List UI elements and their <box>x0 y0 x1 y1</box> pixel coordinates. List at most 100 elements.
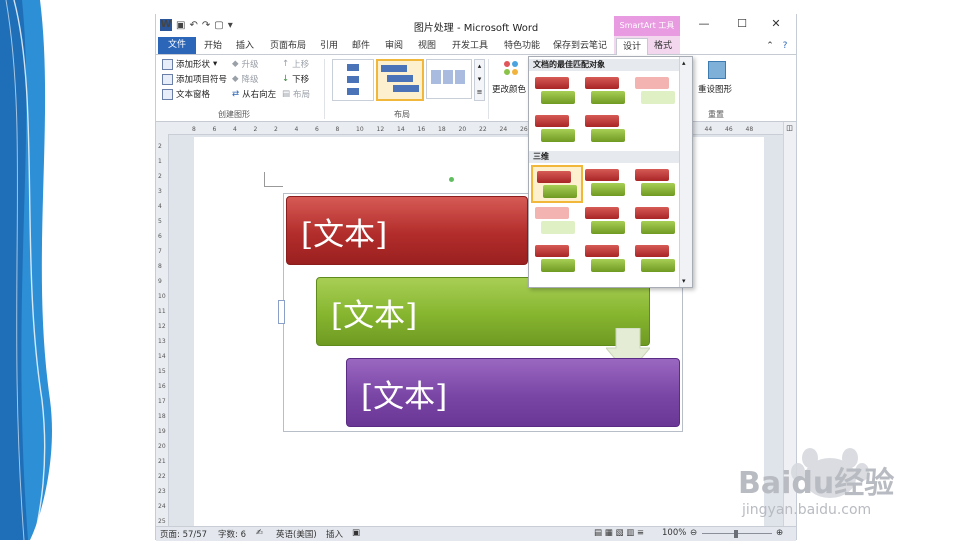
smartart-shape-1[interactable]: [文本] <box>286 196 528 265</box>
page-margin-marker <box>264 172 283 187</box>
style-swatch[interactable] <box>531 165 583 203</box>
style-swatch[interactable] <box>631 203 679 237</box>
layout-option-selected[interactable] <box>376 59 424 101</box>
style-swatch[interactable] <box>581 73 629 107</box>
layout-button[interactable]: ▤ 布局 <box>282 88 310 100</box>
move-up-button[interactable]: ↑ 上移 <box>282 58 309 70</box>
horizontal-ruler[interactable]: 8642246810121416182022242628303234363840… <box>156 122 796 135</box>
proofing-icon[interactable]: ✍ <box>256 528 263 538</box>
style-swatch[interactable] <box>531 73 579 107</box>
tab-design[interactable]: 设计 <box>616 38 648 56</box>
swatch-bottom-shape <box>591 183 625 196</box>
help-icon[interactable]: ? <box>779 38 791 54</box>
tab-format[interactable]: 格式 <box>648 38 678 54</box>
ribbon-tabs: 文件 开始 插入 页面布局 引用 邮件 审阅 视图 开发工具 特色功能 保存到云… <box>156 36 796 56</box>
tab-view[interactable]: 视图 <box>412 38 442 54</box>
right-to-left-button[interactable]: ⇄ 从右向左 <box>232 88 276 100</box>
language-indicator[interactable]: 英语(美国) <box>276 528 317 540</box>
layout-shape <box>387 75 413 82</box>
reset-graphic-button[interactable]: 重设图形 <box>698 83 732 95</box>
add-bullet-button[interactable]: 添加项目符号 <box>162 73 227 85</box>
ruler-number: 15 <box>158 368 166 375</box>
ruler-number: 4 <box>233 126 237 133</box>
tab-review[interactable]: 审阅 <box>379 38 409 54</box>
demote-arrow-icon: ◆ <box>232 74 239 84</box>
zoom-level[interactable]: 100% <box>662 528 686 538</box>
ruler-number: 46 <box>725 126 733 133</box>
style-swatch[interactable] <box>531 111 579 145</box>
zoom-out-icon[interactable]: ⊖ <box>690 528 697 538</box>
style-swatch[interactable] <box>631 73 679 107</box>
gallery-scrollbar[interactable]: ▴ ▾ <box>679 57 692 287</box>
swatch-top-shape <box>585 207 619 219</box>
text-pane-button[interactable]: 文本窗格 <box>162 88 210 100</box>
demote-button[interactable]: ◆ 降级 <box>232 73 259 85</box>
minimize-button[interactable]: — <box>690 17 718 33</box>
add-shape-button[interactable]: 添加形状 ▾ <box>162 58 217 70</box>
smartart-shape-text[interactable]: [文本] <box>361 371 447 416</box>
vertical-ruler[interactable]: 2 1 2 3 4 5 6 7 8 9 10 11 12 13 14 15 16 17 18 19 20 21 22 23 24… <box>156 134 169 526</box>
ruler-number: 2 <box>158 143 162 150</box>
layout-option-1[interactable] <box>332 59 374 101</box>
word-count[interactable]: 字数: 6 <box>218 528 246 540</box>
tab-save-cloud-notes[interactable]: 保存到云笔记 <box>550 38 610 54</box>
dropdown-arrow-icon: ▾ <box>213 59 218 69</box>
smartart-style-gallery[interactable]: 文档的最佳匹配对象 三维 ▴ ▾ <box>528 56 693 288</box>
gallery-scroll-down-icon[interactable]: ▾ <box>682 277 686 285</box>
style-swatch[interactable] <box>531 241 579 275</box>
change-colors-button[interactable]: 更改颜色 <box>492 83 526 95</box>
swatch-top-shape <box>585 169 619 181</box>
rotate-handle-icon[interactable] <box>449 177 454 182</box>
ruler-number: 48 <box>746 126 754 133</box>
tab-insert[interactable]: 插入 <box>230 38 260 54</box>
style-swatch[interactable] <box>631 165 679 199</box>
layout-shape <box>431 70 441 84</box>
style-swatch[interactable] <box>531 203 579 237</box>
tab-home[interactable]: 开始 <box>198 38 228 54</box>
close-button[interactable]: ✕ <box>762 17 790 33</box>
ruler-number: 6 <box>213 126 217 133</box>
reset-graphic-icon <box>708 61 726 79</box>
ruler-toggle-icon[interactable]: ◫ <box>785 124 794 133</box>
page-count[interactable]: 页面: 57/57 <box>160 528 207 540</box>
vertical-ruler-ticks: 2123456789101112131415161718192021222324… <box>158 143 166 525</box>
tab-mailings[interactable]: 邮件 <box>346 38 376 54</box>
insert-mode[interactable]: 插入 <box>326 528 343 540</box>
smartart-shape-text[interactable]: [文本] <box>331 290 417 335</box>
watermark-url: jingyan.baidu.com <box>742 502 872 518</box>
change-colors-icon <box>502 59 520 77</box>
gallery-section-3d: 三维 <box>529 151 683 163</box>
layout-icon: ▤ <box>282 89 291 99</box>
style-swatch[interactable] <box>581 165 629 199</box>
view-buttons[interactable]: ▤ ▦ ▧ ▥ ≡ <box>594 528 644 538</box>
maximize-button[interactable]: ☐ <box>728 17 756 33</box>
layout-shape <box>443 70 453 84</box>
smartart-shape-text[interactable]: [文本] <box>301 209 387 254</box>
ribbon-minimize-icon[interactable]: ⌃ <box>764 38 776 54</box>
ruler-number: 20 <box>459 126 467 133</box>
swatch-top-shape <box>635 169 669 181</box>
layout-gallery-scroll[interactable]: ▴ ▾ ≡ <box>474 59 485 101</box>
style-swatch[interactable] <box>581 241 629 275</box>
tab-file[interactable]: 文件 <box>158 37 196 54</box>
zoom-slider-thumb[interactable] <box>734 530 738 538</box>
add-bullet-icon <box>162 73 173 85</box>
reset-group-label: 重置 <box>708 110 724 119</box>
style-swatch[interactable] <box>581 203 629 237</box>
style-swatch[interactable] <box>581 111 629 145</box>
gallery-scroll-up-icon[interactable]: ▴ <box>682 59 686 67</box>
add-shape-icon <box>162 58 173 70</box>
smartart-shape-3[interactable]: [文本] <box>346 358 680 427</box>
tab-features[interactable]: 特色功能 <box>498 38 546 54</box>
ruler-number: 12 <box>158 323 166 330</box>
tab-page-layout[interactable]: 页面布局 <box>264 38 312 54</box>
style-swatch[interactable] <box>631 241 679 275</box>
ruler-number: 8 <box>192 126 196 133</box>
tab-references[interactable]: 引用 <box>314 38 344 54</box>
text-pane-toggle[interactable] <box>278 300 285 324</box>
move-down-button[interactable]: ↓ 下移 <box>282 73 309 85</box>
tab-developer[interactable]: 开发工具 <box>446 38 494 54</box>
macro-record-icon[interactable]: ▣ <box>352 528 360 538</box>
layout-option-3[interactable] <box>426 59 472 99</box>
promote-button[interactable]: ◆ 升级 <box>232 58 259 70</box>
